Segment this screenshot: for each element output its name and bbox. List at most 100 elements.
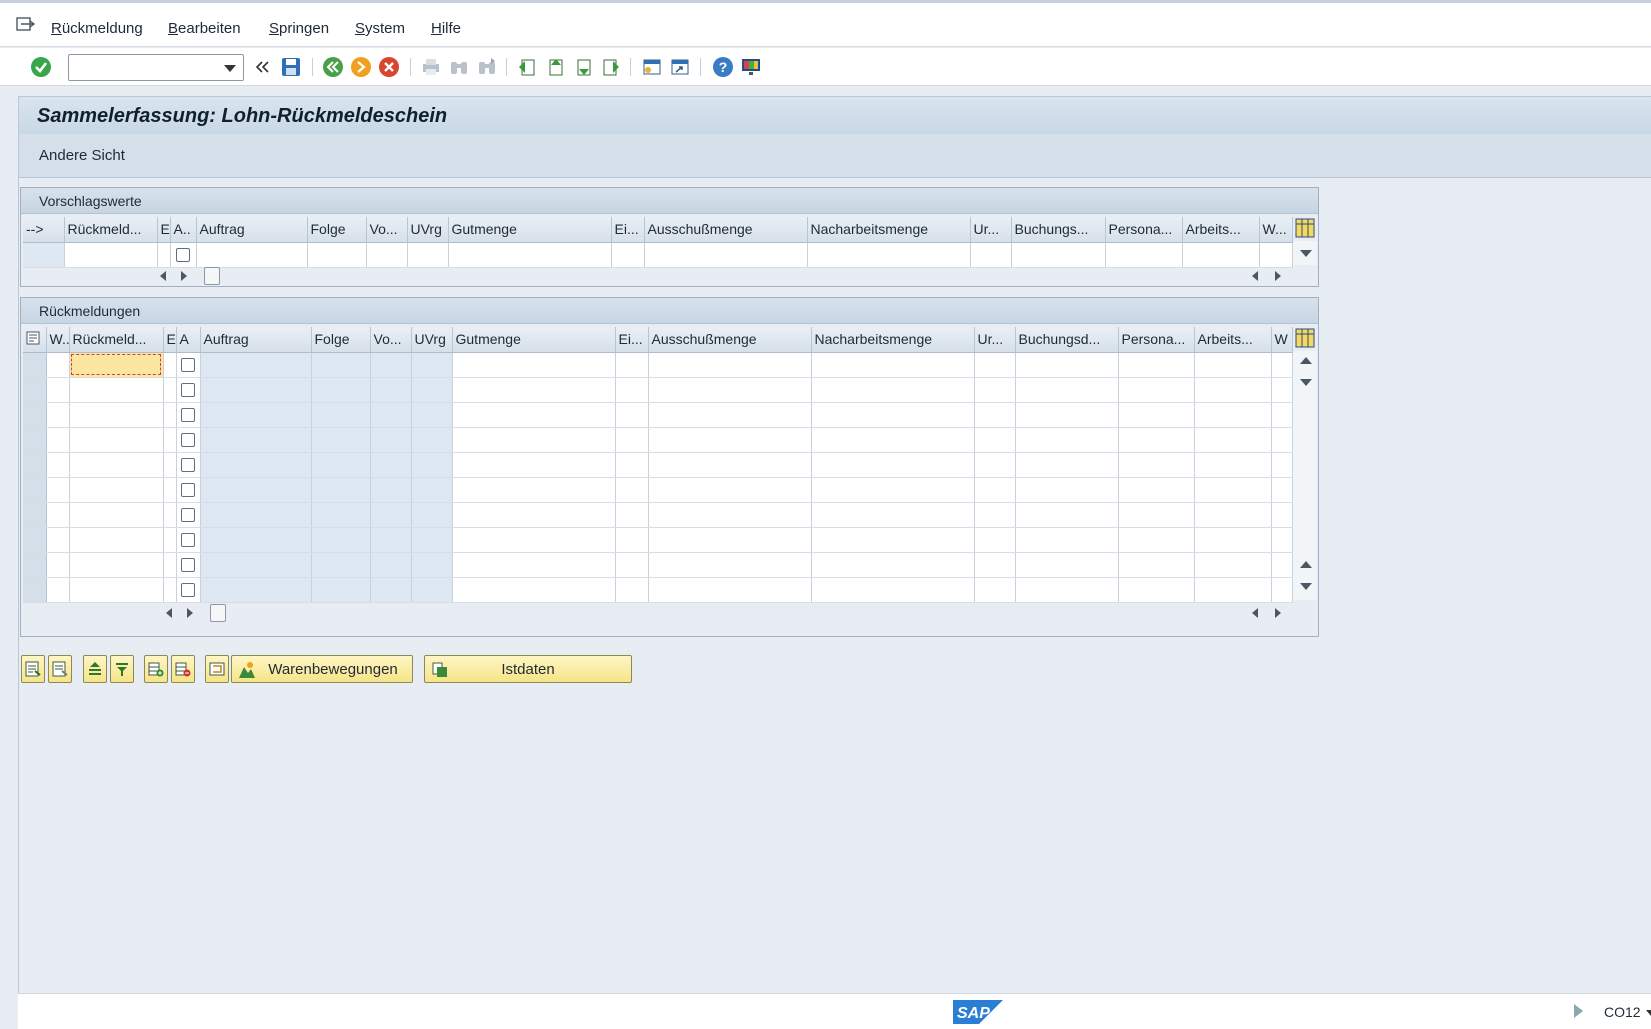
table-cell[interactable] bbox=[648, 377, 812, 403]
table-cell[interactable] bbox=[615, 552, 649, 578]
istdaten-button[interactable]: Istdaten bbox=[424, 655, 632, 683]
column-header[interactable]: E bbox=[163, 327, 177, 353]
table-cell[interactable] bbox=[163, 577, 177, 603]
table-cell[interactable] bbox=[200, 402, 312, 428]
column-header[interactable]: Persona... bbox=[1105, 217, 1183, 243]
table-cell[interactable] bbox=[648, 352, 812, 378]
scroll-thumb[interactable] bbox=[204, 267, 220, 285]
table-cell[interactable] bbox=[411, 352, 453, 378]
column-header[interactable]: Nacharbeitsmenge bbox=[807, 217, 971, 243]
table-cell[interactable] bbox=[811, 427, 975, 453]
table-cell[interactable] bbox=[311, 452, 371, 478]
table-cell[interactable] bbox=[452, 577, 616, 603]
next-page-button[interactable] bbox=[570, 54, 596, 80]
table-cell[interactable] bbox=[1118, 552, 1195, 578]
checkbox[interactable] bbox=[181, 557, 195, 572]
table-cell[interactable] bbox=[163, 477, 177, 503]
scroll-left-icon[interactable] bbox=[1252, 608, 1258, 618]
table-cell[interactable] bbox=[1118, 527, 1195, 553]
table-cell[interactable] bbox=[370, 402, 412, 428]
new-session-button[interactable] bbox=[639, 54, 665, 80]
table-cell[interactable] bbox=[974, 477, 1016, 503]
column-header[interactable]: Folge bbox=[307, 217, 367, 243]
shortcut-button[interactable] bbox=[667, 54, 693, 80]
checkbox[interactable] bbox=[181, 357, 195, 372]
sort-ascending-button[interactable] bbox=[83, 655, 107, 683]
column-header[interactable]: W bbox=[1271, 327, 1293, 353]
table-cell[interactable] bbox=[1015, 452, 1119, 478]
scroll-right-icon[interactable] bbox=[1275, 608, 1281, 618]
table-cell[interactable] bbox=[411, 577, 453, 603]
table-cell[interactable] bbox=[311, 352, 371, 378]
table-cell[interactable] bbox=[69, 352, 164, 378]
table-cell[interactable] bbox=[46, 452, 70, 478]
table-cell[interactable] bbox=[615, 402, 649, 428]
table-cell[interactable] bbox=[811, 577, 975, 603]
column-header[interactable]: Gutmenge bbox=[452, 327, 616, 353]
print-button[interactable] bbox=[418, 54, 444, 80]
table-cell[interactable] bbox=[1271, 377, 1293, 403]
row-selector[interactable] bbox=[23, 502, 47, 528]
column-header[interactable]: Ei... bbox=[611, 217, 645, 243]
column-header[interactable]: A.. bbox=[170, 217, 197, 243]
column-settings-icon[interactable] bbox=[1295, 328, 1315, 348]
table-cell[interactable] bbox=[200, 452, 312, 478]
column-header[interactable]: Gutmenge bbox=[448, 217, 612, 243]
row-selector[interactable] bbox=[23, 402, 47, 428]
customize-layout-button[interactable] bbox=[738, 54, 764, 80]
table-cell[interactable] bbox=[46, 552, 70, 578]
deselect-all-rows-button[interactable] bbox=[48, 655, 72, 683]
table-cell[interactable] bbox=[69, 377, 164, 403]
column-header[interactable]: Auftrag bbox=[196, 217, 308, 243]
table-cell[interactable] bbox=[370, 527, 412, 553]
table-cell[interactable] bbox=[1118, 452, 1195, 478]
column-header[interactable]: Vo... bbox=[370, 327, 412, 353]
table-cell[interactable] bbox=[200, 502, 312, 528]
column-header[interactable]: Ur... bbox=[970, 217, 1012, 243]
table-cell[interactable] bbox=[1118, 577, 1195, 603]
table-cell[interactable] bbox=[163, 427, 177, 453]
table-cell[interactable] bbox=[974, 502, 1016, 528]
table-cell[interactable] bbox=[1194, 427, 1272, 453]
table-cell[interactable] bbox=[1015, 502, 1119, 528]
table-cell[interactable] bbox=[452, 452, 616, 478]
table-cell[interactable] bbox=[46, 377, 70, 403]
table-cell[interactable] bbox=[648, 452, 812, 478]
column-header[interactable] bbox=[23, 327, 47, 353]
table-cell[interactable] bbox=[311, 527, 371, 553]
table-cell[interactable] bbox=[811, 352, 975, 378]
table-cell[interactable] bbox=[1194, 477, 1272, 503]
column-header[interactable]: Persona... bbox=[1118, 327, 1195, 353]
table-cell[interactable] bbox=[452, 377, 616, 403]
first-page-button[interactable] bbox=[514, 54, 540, 80]
command-field[interactable] bbox=[68, 54, 244, 81]
column-header[interactable]: Auftrag bbox=[200, 327, 312, 353]
table-cell[interactable] bbox=[1118, 427, 1195, 453]
table-cell[interactable] bbox=[1271, 427, 1293, 453]
column-header[interactable]: Rückmeld... bbox=[69, 327, 164, 353]
command-input[interactable] bbox=[69, 55, 219, 79]
table-cell[interactable] bbox=[452, 502, 616, 528]
column-header[interactable]: Ausschußmenge bbox=[648, 327, 812, 353]
column-header[interactable]: UVrg bbox=[411, 327, 453, 353]
menu-hilfe[interactable]: Hilfe bbox=[431, 20, 461, 37]
table-cell[interactable] bbox=[1015, 427, 1119, 453]
table-cell[interactable] bbox=[1271, 552, 1293, 578]
table-cell[interactable] bbox=[811, 377, 975, 403]
table-cell[interactable] bbox=[974, 427, 1016, 453]
column-settings-icon[interactable] bbox=[1295, 218, 1315, 238]
scroll-left-icon[interactable] bbox=[166, 608, 172, 618]
table-cell[interactable] bbox=[370, 477, 412, 503]
table-cell[interactable] bbox=[1271, 577, 1293, 603]
table-cell[interactable] bbox=[811, 552, 975, 578]
row-selector[interactable] bbox=[23, 527, 47, 553]
column-header[interactable]: Vo... bbox=[366, 217, 408, 243]
table-cell[interactable] bbox=[452, 527, 616, 553]
table-cell[interactable] bbox=[974, 377, 1016, 403]
table-cell[interactable] bbox=[370, 452, 412, 478]
table-cell[interactable] bbox=[648, 402, 812, 428]
chevron-down-icon[interactable] bbox=[1646, 1010, 1651, 1016]
delete-row-button[interactable] bbox=[171, 655, 195, 683]
table-cell[interactable] bbox=[1015, 577, 1119, 603]
detail-button[interactable] bbox=[205, 655, 229, 683]
